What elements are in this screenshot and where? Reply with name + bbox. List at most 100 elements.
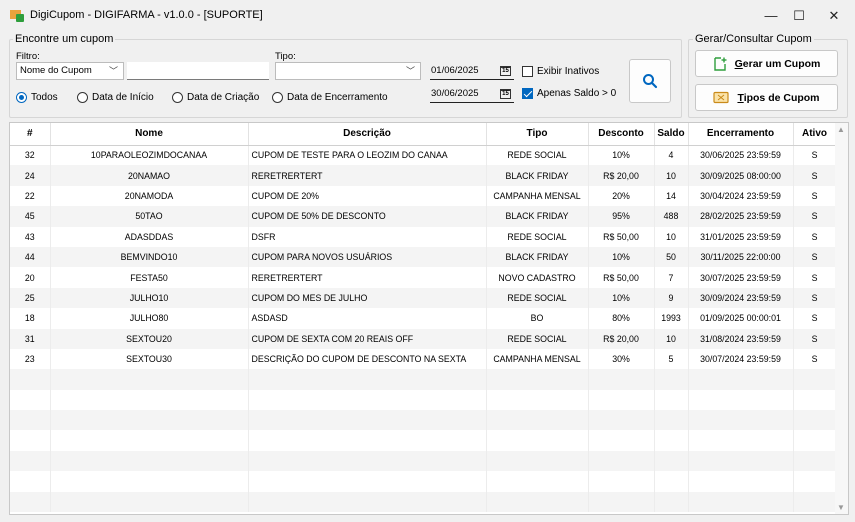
cell-name [50, 410, 249, 431]
table-row[interactable]: 25 JULHO10 CUPOM DO MES DE JULHO REDE SOCIA… [10, 287, 837, 309]
table-row[interactable] [10, 450, 837, 472]
table-row[interactable]: 31 SEXTOU20 CUPOM DE SEXTA COM 20 REAIS OF… [10, 328, 837, 349]
table-row[interactable]: 18 JULHO80 ASDASD BO 80% 1993 01/09/2025 00:00… [10, 308, 837, 329]
cell-balance [654, 491, 689, 513]
cell-id [10, 369, 51, 390]
cell-discount: 95% [588, 206, 655, 227]
table-row[interactable]: 32 10PARAOLEOZIMDOCANAA CUPOM DE TESTE PAR… [10, 145, 837, 166]
radio-dot [16, 92, 27, 103]
new-document-icon [713, 56, 727, 71]
cell-name [50, 430, 249, 451]
coupon-types-button[interactable]: Tipos de Cupom [695, 84, 838, 111]
cell-balance [654, 471, 689, 492]
radio-all[interactable]: Todos [16, 92, 58, 103]
table-row[interactable] [10, 410, 837, 431]
vertical-scrollbar[interactable]: ▲ ▼ [835, 123, 848, 514]
table-row[interactable] [10, 369, 837, 390]
cell-description: CUPOM DE 20% [248, 185, 487, 207]
header-col-end-date[interactable]: Encerramento [688, 123, 794, 146]
calendar-icon[interactable]: 15 [500, 89, 511, 99]
cell-type: CAMPANHA MENSAL [486, 185, 589, 207]
cell-id: 18 [10, 308, 51, 329]
cell-id: 25 [10, 287, 51, 309]
close-button[interactable]: ✕ [813, 0, 855, 32]
filter-text-input[interactable] [127, 62, 269, 80]
cell-type: BLACK FRIDAY [486, 246, 589, 268]
table-row[interactable]: 22 20NAMODA CUPOM DE 20% CAMPANHA MENSAL 20%… [10, 185, 837, 207]
cell-balance: 9 [654, 287, 689, 309]
cell-end-date [688, 389, 794, 411]
header-col-id[interactable]: # [10, 123, 51, 146]
radio-creation-date[interactable]: Data de Criação [172, 92, 259, 103]
type-label: Tipo: [275, 51, 296, 62]
cell-name [50, 389, 249, 411]
search-group-label: Encontre um cupom [13, 33, 116, 45]
cell-description: CUPOM DE 50% DE DESCONTO [248, 206, 487, 227]
cell-balance: 7 [654, 267, 689, 288]
cell-id: 24 [10, 165, 51, 186]
cell-id [10, 471, 51, 492]
cell-discount: 10% [588, 287, 655, 309]
cell-name: BEMVINDO10 [50, 246, 249, 268]
table-row[interactable]: 23 SEXTOU30 DESCRIÇÃO DO CUPOM DE DESCONTO… [10, 348, 837, 370]
cell-end-date [688, 410, 794, 431]
header-col-balance[interactable]: Saldo [654, 123, 689, 146]
cell-id [10, 450, 51, 472]
table-row[interactable] [10, 389, 837, 411]
header-col-type[interactable]: Tipo [486, 123, 589, 146]
header-col-description[interactable]: Descrição [248, 123, 487, 146]
search-button[interactable] [629, 59, 671, 103]
cell-balance [654, 410, 689, 431]
table-row[interactable] [10, 491, 837, 513]
table-row[interactable]: 20 FESTA50 RERETRERTERT NOVO CADASTRO R$ 50,… [10, 267, 837, 288]
cell-id [10, 389, 51, 411]
cell-end-date: 31/08/2024 23:59:59 [688, 328, 794, 349]
cell-end-date: 30/09/2025 08:00:00 [688, 165, 794, 186]
scroll-down-icon[interactable]: ▼ [837, 503, 845, 512]
coupon-types-label: Tipos de Cupom [737, 91, 820, 104]
type-combo[interactable]: ﹀ [275, 62, 421, 80]
cell-name [50, 471, 249, 492]
checkbox-box [522, 66, 533, 77]
cell-type [486, 369, 589, 390]
table-row[interactable] [10, 430, 837, 451]
cell-description [248, 491, 487, 513]
cell-balance [654, 430, 689, 451]
header-col-name[interactable]: Nome [50, 123, 249, 146]
radio-start-date[interactable]: Data de Início [77, 92, 154, 103]
filter-label: Filtro: [16, 51, 40, 62]
cell-discount: 10% [588, 145, 655, 166]
cell-description: DESCRIÇÃO DO CUPOM DE DESCONTO NA SEXTA [248, 348, 487, 370]
cell-balance: 10 [654, 226, 689, 247]
cell-name: 50TAO [50, 206, 249, 227]
ticket-icon [713, 91, 730, 104]
cell-end-date: 30/04/2024 23:59:59 [688, 185, 794, 207]
coupons-grid[interactable]: # Nome Descrição Tipo Desconto Saldo Encerrame… [9, 122, 849, 515]
cell-end-date: 01/09/2025 00:00:01 [688, 308, 794, 329]
table-row[interactable]: 44 BEMVINDO10 CUPOM PARA NOVOS USUÁRIOS BLA… [10, 246, 837, 268]
cell-type: REDE SOCIAL [486, 287, 589, 309]
cell-active: S [793, 348, 837, 370]
cell-end-date [688, 471, 794, 492]
table-row[interactable]: 43 ADASDDAS DSFR REDE SOCIAL R$ 50,00 10 31/01… [10, 226, 837, 247]
scroll-up-icon[interactable]: ▲ [837, 125, 845, 134]
table-row[interactable]: 24 20NAMAO RERETRERTERT BLACK FRIDAY R$ 20,0… [10, 165, 837, 186]
header-col-discount[interactable]: Desconto [588, 123, 655, 146]
radio-end-date-label: Data de Encerramento [287, 92, 388, 103]
cell-description [248, 389, 487, 411]
show-inactive-checkbox[interactable]: Exibir Inativos [522, 66, 599, 77]
cell-type: BLACK FRIDAY [486, 165, 589, 186]
cell-discount [588, 471, 655, 492]
calendar-icon[interactable]: 15 [500, 66, 511, 76]
table-row[interactable] [10, 471, 837, 492]
radio-end-date[interactable]: Data de Encerramento [272, 92, 388, 103]
cell-end-date [688, 369, 794, 390]
cell-description: CUPOM DO MES DE JULHO [248, 287, 487, 309]
cell-active: S [793, 226, 837, 247]
header-col-active[interactable]: Ativo [793, 123, 837, 146]
generate-coupon-button[interactable]: Gerar um Cupom [695, 50, 838, 77]
filter-combo[interactable]: Nome do Cupom ﹀ [16, 62, 124, 80]
only-balance-checkbox[interactable]: Apenas Saldo > 0 [522, 88, 616, 99]
table-row[interactable]: 45 50TAO CUPOM DE 50% DE DESCONTO BLACK FRI… [10, 206, 837, 227]
cell-discount: R$ 50,00 [588, 226, 655, 247]
